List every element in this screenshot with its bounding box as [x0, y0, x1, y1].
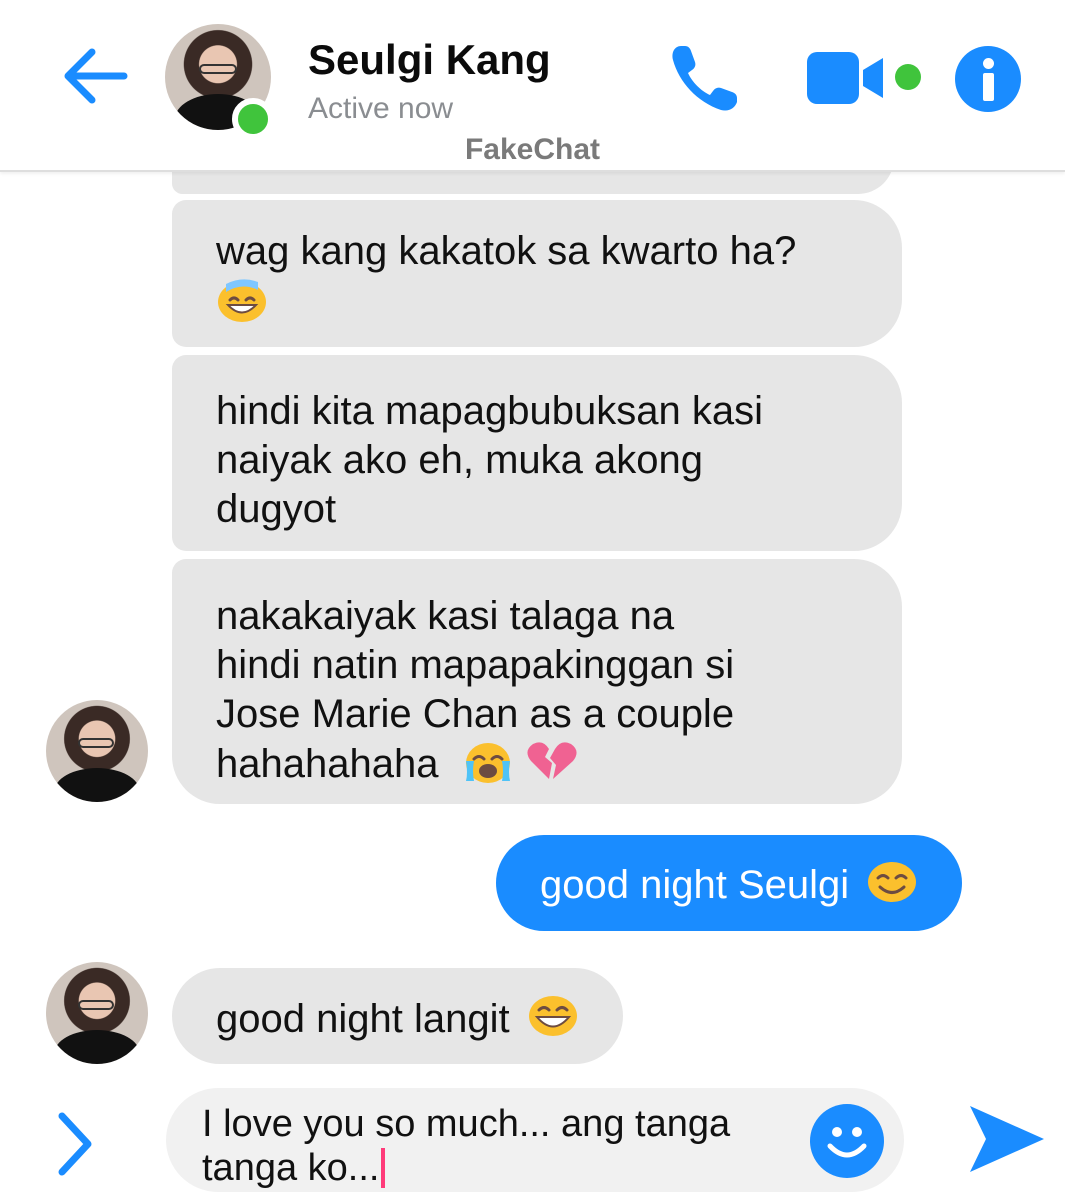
message-line: hindi kita mapagbubuksan kasi — [216, 389, 764, 433]
info-bar — [983, 73, 994, 101]
message-bubble-incoming[interactable]: wag kang kakatok sa kwarto ha? — [172, 200, 902, 347]
loudly-crying-emoji — [465, 743, 510, 783]
info-dot — [983, 58, 994, 69]
message-bubble-outgoing[interactable]: good night Seulgi — [496, 835, 963, 931]
smiling-blush-emoji — [868, 862, 917, 902]
avatar-shirt — [54, 768, 140, 802]
message-text: good night Seulgi — [540, 863, 850, 907]
message-text: good night langit — [216, 997, 510, 1041]
avatar-glasses — [78, 1000, 114, 1010]
send-icon[interactable] — [966, 1102, 1046, 1176]
message-bubble-incoming[interactable]: hindi kita mapagbubuksan kasi naiyak ako… — [172, 355, 902, 551]
message-line: hindi natin mapapakinggan si — [216, 643, 735, 687]
sweat-smile-emoji — [218, 279, 266, 322]
message-line: naiyak ako eh, muka akong — [216, 438, 703, 482]
watermark: FakeChat — [464, 133, 601, 166]
avatar-glasses — [78, 738, 114, 748]
text-caret — [381, 1148, 386, 1188]
message-composer: I love you so much... ang tanga tanga ko… — [0, 1080, 1065, 1200]
video-camera-icon[interactable] — [805, 50, 895, 106]
message-text: wag kang kakatok sa kwarto ha? — [216, 229, 797, 273]
chevron-right-icon[interactable] — [50, 1110, 98, 1178]
message-line: nakakaiyak kasi talaga na — [216, 594, 675, 638]
message-input[interactable]: I love you so much... ang tanga tanga ko… — [166, 1088, 904, 1192]
chat-header: Seulgi Kang Active now FakeChat — [0, 0, 1065, 172]
grinning-smile-emoji — [528, 996, 577, 1036]
message-bubble-incoming[interactable]: nakakaiyak kasi talaga na hindi natin ma… — [172, 559, 902, 804]
contact-avatar-small[interactable] — [46, 962, 148, 1064]
contact-avatar-small[interactable] — [46, 700, 148, 802]
message-line: Jose Marie Chan as a couple — [216, 692, 735, 736]
active-status: Active now — [308, 92, 454, 125]
phone-icon[interactable] — [665, 40, 745, 116]
message-line-with-emoji: hahahahaha — [216, 739, 858, 789]
info-icon[interactable] — [955, 46, 1021, 112]
message-input-text[interactable]: I love you so much... ang tanga tanga ko… — [202, 1102, 802, 1190]
video-active-dot — [895, 64, 921, 90]
broken-heart-emoji — [527, 742, 577, 779]
avatar-shirt — [54, 1030, 140, 1064]
avatar-glasses — [199, 64, 237, 74]
smiley-face-glyph — [827, 1127, 867, 1158]
emoji-smiley-icon[interactable] — [810, 1104, 884, 1178]
input-value: I love you so much... ang tanga tanga ko… — [202, 1103, 731, 1189]
message-line: dugyot — [216, 487, 337, 531]
contact-name[interactable]: Seulgi Kang — [308, 36, 551, 84]
message-bubble-incoming[interactable]: good night langit — [172, 968, 623, 1064]
back-arrow-icon[interactable] — [58, 44, 128, 108]
message-text: hahahahaha — [216, 742, 439, 786]
